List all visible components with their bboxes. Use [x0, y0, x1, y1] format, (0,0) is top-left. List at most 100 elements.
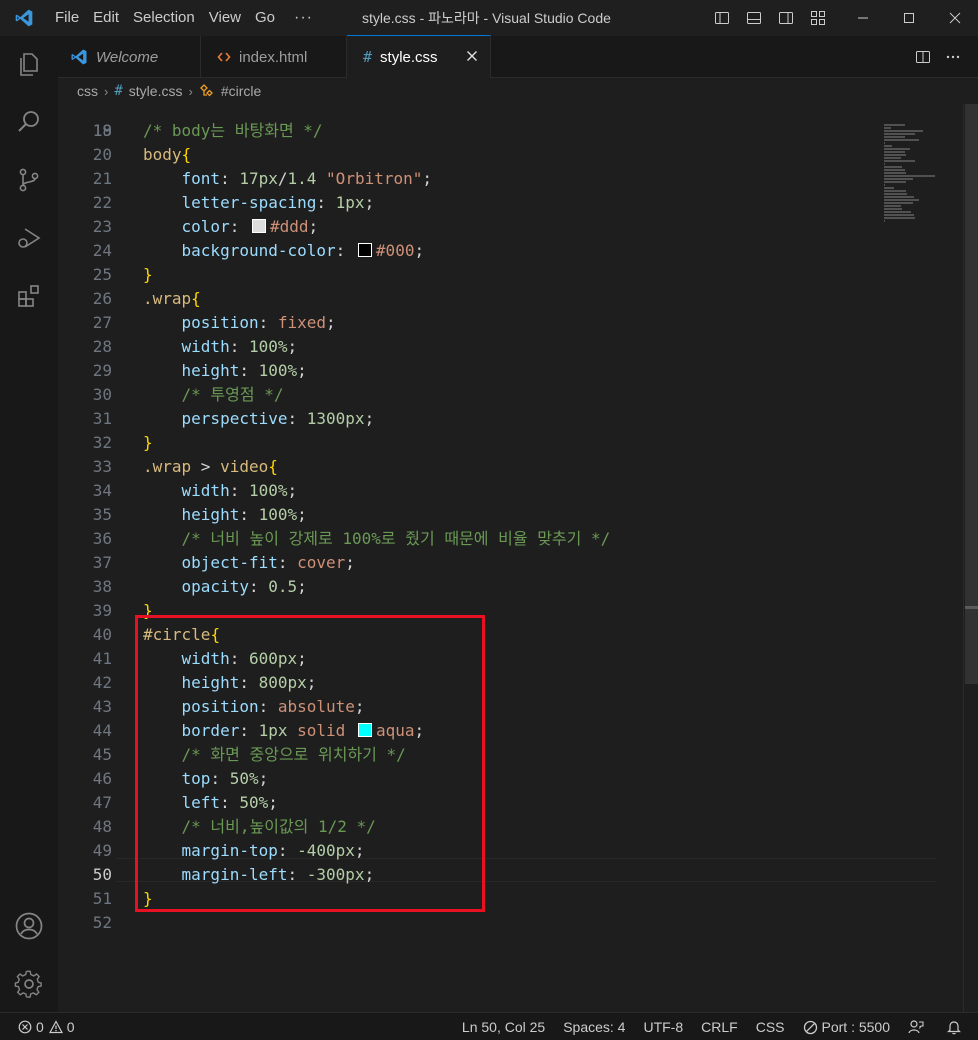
code-editor[interactable]: 18 19/* body는 바탕화면 */20 body{21 font: 17p…	[58, 104, 978, 1012]
code-token: ;	[287, 481, 298, 500]
color-swatch[interactable]	[251, 219, 266, 233]
line-number: 23	[92, 217, 112, 236]
code-line[interactable]: 34 width: 100%;	[58, 479, 878, 503]
code-token: :	[239, 361, 259, 380]
code-line[interactable]: 27 position: fixed;	[58, 311, 878, 335]
code-line[interactable]: 21 font: 17px/1.4 "Orbitron";	[58, 167, 878, 191]
more-actions-icon[interactable]	[938, 36, 968, 78]
close-window-icon[interactable]	[932, 0, 978, 36]
code-text: object-fit: cover;	[143, 551, 355, 575]
explorer-icon[interactable]	[0, 40, 58, 88]
toggle-secondary-sidebar-icon[interactable]	[770, 0, 802, 36]
code-text: body{	[143, 143, 191, 167]
menu-view[interactable]: View	[202, 0, 248, 36]
minimap-line	[884, 142, 886, 144]
feedback-icon[interactable]	[899, 1019, 937, 1035]
search-icon[interactable]	[0, 98, 58, 146]
code-line[interactable]: 20 body{	[58, 143, 878, 167]
minimap[interactable]	[826, 104, 963, 224]
toggle-panel-icon[interactable]	[738, 0, 770, 36]
code-line[interactable]: 36 /* 너비 높이 강제로 100%로 줬기 때문에 비율 맞추기 */	[58, 527, 878, 551]
end-of-line[interactable]: CRLF	[692, 1019, 747, 1035]
code-line[interactable]: 29 height: 100%;	[58, 359, 878, 383]
code-line[interactable]: 52	[58, 911, 878, 935]
breadcrumb-file[interactable]: style.css	[129, 83, 183, 99]
minimap-line	[884, 148, 910, 150]
cursor-position[interactable]: Ln 50, Col 25	[453, 1019, 554, 1035]
tab-welcome[interactable]: Welcome	[58, 36, 201, 78]
indentation[interactable]: Spaces: 4	[554, 1019, 634, 1035]
minimap-line	[884, 181, 907, 183]
notifications-bell-icon[interactable]	[937, 1019, 978, 1035]
code-line[interactable]: 19 /* body는 바탕화면 */	[58, 119, 878, 143]
code-token: :	[229, 481, 249, 500]
code-token: /* 투영점 */	[181, 385, 284, 404]
code-line[interactable]: 31 perspective: 1300px;	[58, 407, 878, 431]
code-line[interactable]: 22 letter-spacing: 1px;	[58, 191, 878, 215]
code-token: ;	[308, 217, 319, 236]
customize-layout-icon[interactable]	[802, 0, 834, 36]
code-text: .wrap > video{	[143, 455, 278, 479]
menu-go[interactable]: Go	[248, 0, 282, 36]
live-server-port[interactable]: Port : 5500	[794, 1019, 900, 1035]
code-token: /	[277, 169, 288, 188]
scrollbar-thumb[interactable]	[965, 104, 978, 684]
minimap-line	[884, 124, 905, 126]
line-number: 29	[92, 361, 112, 380]
tab-index-html[interactable]: index.html	[201, 36, 347, 78]
menu-file[interactable]: File	[48, 0, 86, 36]
code-text: letter-spacing: 1px;	[143, 191, 375, 215]
code-token: >	[191, 457, 221, 476]
minimap-line	[884, 163, 886, 165]
code-token: cover	[297, 553, 346, 572]
code-line[interactable]: 26 .wrap{	[58, 287, 878, 311]
code-line[interactable]: 23 color: #ddd;	[58, 215, 878, 239]
extensions-icon[interactable]	[0, 272, 58, 320]
vertical-scrollbar[interactable]	[963, 104, 978, 1012]
breadcrumb-symbol[interactable]: #circle	[221, 83, 261, 99]
encoding[interactable]: UTF-8	[634, 1019, 692, 1035]
minimize-icon[interactable]	[840, 0, 886, 36]
menu-bar: File Edit Selection View Go ···	[48, 0, 325, 36]
code-line[interactable]: 35 height: 100%;	[58, 503, 878, 527]
menu-edit[interactable]: Edit	[86, 0, 126, 36]
line-number: 45	[92, 745, 112, 764]
run-debug-icon[interactable]	[0, 214, 58, 262]
warning-icon	[48, 1019, 63, 1033]
line-number: 50	[92, 865, 112, 884]
code-line[interactable]: 30 /* 투영점 */	[58, 383, 878, 407]
code-line[interactable]: 38 opacity: 0.5;	[58, 575, 878, 599]
breadcrumb-folder[interactable]: css	[77, 83, 98, 99]
menu-more[interactable]: ···	[282, 0, 325, 36]
account-icon[interactable]	[0, 902, 58, 950]
minimap-line	[884, 157, 901, 159]
split-editor-icon[interactable]	[908, 36, 938, 78]
scrollbar-cursor-marker	[965, 606, 978, 609]
code-line[interactable]: 37 object-fit: cover;	[58, 551, 878, 575]
code-line[interactable]: 28 width: 100%;	[58, 335, 878, 359]
tab-style-css[interactable]: # style.css	[347, 35, 491, 78]
code-line[interactable]: 32}	[58, 431, 878, 455]
problems-indicator[interactable]: 0 0	[18, 1019, 84, 1035]
code-token: {	[268, 457, 278, 476]
code-token: position	[181, 313, 259, 332]
minimap-line	[884, 214, 914, 216]
minimap-line	[884, 178, 913, 180]
menu-selection[interactable]: Selection	[126, 0, 202, 36]
code-token: background-color	[181, 241, 336, 260]
code-token: :	[277, 553, 298, 572]
settings-gear-icon[interactable]	[0, 960, 58, 1008]
toggle-primary-sidebar-icon[interactable]	[706, 0, 738, 36]
source-control-icon[interactable]	[0, 156, 58, 204]
language-mode[interactable]: CSS	[747, 1019, 794, 1035]
maximize-icon[interactable]	[886, 0, 932, 36]
code-line[interactable]: 25}	[58, 263, 878, 287]
color-swatch[interactable]	[357, 243, 372, 257]
code-line[interactable]: 24 background-color: #000;	[58, 239, 878, 263]
close-icon[interactable]	[464, 48, 480, 64]
code-line[interactable]: 33 .wrap > video{	[58, 455, 878, 479]
